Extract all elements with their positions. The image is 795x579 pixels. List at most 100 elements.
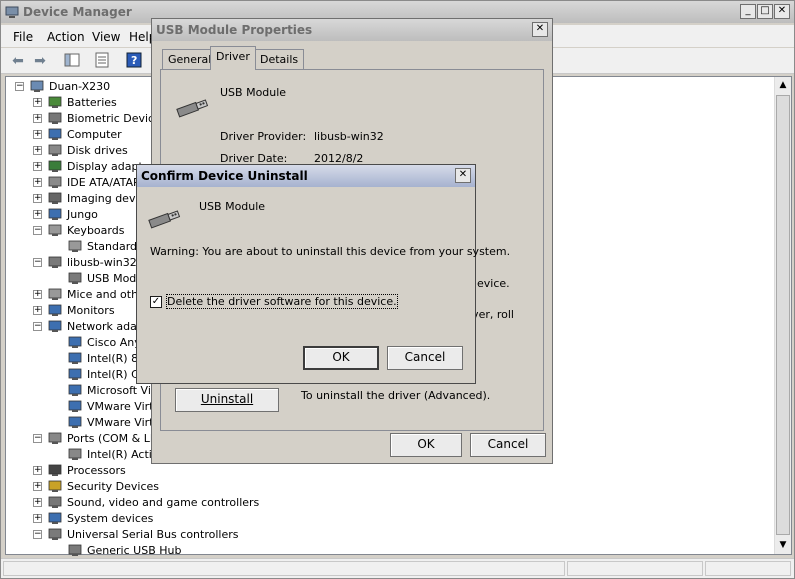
battery-icon — [48, 96, 62, 108]
tree-item[interactable]: − Universal Serial Bus controllers — [6, 527, 766, 543]
properties-icon[interactable] — [93, 52, 111, 70]
expand-icon[interactable]: + — [33, 162, 42, 171]
console-tree-icon[interactable] — [63, 52, 81, 70]
monitor-icon — [48, 128, 62, 140]
delete-driver-checkbox[interactable]: ✓ — [150, 296, 162, 308]
partial-text-device: evice. — [477, 277, 510, 290]
expand-icon[interactable]: + — [33, 514, 42, 523]
collapse-icon[interactable]: − — [33, 226, 42, 235]
expand-icon[interactable]: + — [33, 114, 42, 123]
port-icon — [68, 448, 82, 460]
collapse-icon[interactable]: − — [33, 258, 42, 267]
expand-icon[interactable]: + — [33, 306, 42, 315]
confirm-ok-button[interactable]: OK — [303, 346, 379, 370]
menu-file[interactable]: File — [13, 30, 33, 44]
menu-action[interactable]: Action — [47, 30, 85, 44]
network-icon — [68, 416, 82, 428]
tree-item-label: Intel(R) Activ — [87, 448, 159, 461]
device-icon — [48, 208, 62, 220]
expand-icon[interactable]: + — [33, 210, 42, 219]
tree-item-label: Mice and othe — [67, 288, 145, 301]
processor-icon — [48, 464, 62, 476]
expand-icon[interactable]: + — [33, 130, 42, 139]
help-icon[interactable]: ? — [125, 52, 143, 70]
tree-item[interactable]: + Security Devices — [6, 479, 766, 495]
uninstall-warning: Warning: You are about to uninstall this… — [150, 245, 511, 258]
tree-item[interactable]: + Processors — [6, 463, 766, 479]
usb-plug-icon — [48, 528, 62, 540]
properties-cancel-button[interactable]: Cancel — [470, 433, 546, 457]
expand-icon[interactable]: + — [33, 466, 42, 475]
tab-details[interactable]: Details — [254, 49, 305, 69]
tree-item-label: Sound, video and game controllers — [67, 496, 260, 509]
mouse-icon — [48, 288, 62, 300]
status-pane-2 — [567, 561, 703, 576]
tree-item[interactable]: + Sound, video and game controllers — [6, 495, 766, 511]
properties-close-button[interactable]: ✕ — [532, 22, 548, 37]
vertical-scrollbar[interactable]: ▲ ▼ — [774, 77, 791, 554]
scroll-down-arrow-icon[interactable]: ▼ — [775, 537, 791, 554]
tree-item-label: VMware Virtu — [87, 400, 161, 413]
tree-item-label: Universal Serial Bus controllers — [67, 528, 239, 541]
speaker-icon — [48, 496, 62, 508]
expand-icon[interactable]: + — [33, 482, 42, 491]
tree-item-label: Disk drives — [67, 144, 128, 157]
device-manager-app-icon — [5, 6, 19, 18]
keyboard-icon — [48, 224, 62, 236]
collapse-icon[interactable]: − — [33, 322, 42, 331]
tab-driver[interactable]: Driver — [210, 46, 256, 70]
minimize-button[interactable]: _ — [740, 4, 756, 19]
key-icon — [48, 480, 62, 492]
tree-item-label: Microsoft Virt — [87, 384, 160, 397]
tree-item-label: Processors — [67, 464, 126, 477]
expand-icon[interactable]: + — [33, 98, 42, 107]
tree-item-label: Batteries — [67, 96, 117, 109]
scroll-thumb[interactable] — [776, 95, 790, 535]
camera-icon — [48, 192, 62, 204]
port-icon — [48, 432, 62, 444]
tree-item-label: Network adap — [67, 320, 144, 333]
expand-icon[interactable]: + — [33, 178, 42, 187]
delete-driver-checkbox-label[interactable]: Delete the driver software for this devi… — [166, 294, 398, 309]
confirm-device-uninstall-dialog: Confirm Device Uninstall ✕ USB Module Wa… — [136, 164, 510, 384]
confirm-titlebar[interactable]: Confirm Device Uninstall ✕ — [137, 165, 475, 187]
expand-icon[interactable]: + — [33, 194, 42, 203]
menu-view[interactable]: View — [92, 30, 120, 44]
confirm-close-button[interactable]: ✕ — [455, 168, 471, 183]
tree-item-label: IDE ATA/ATAP — [67, 176, 140, 189]
expand-icon[interactable]: + — [33, 146, 42, 155]
confirm-device-name: USB Module — [199, 200, 266, 213]
disk-icon — [48, 144, 62, 156]
properties-ok-button[interactable]: OK — [390, 433, 462, 457]
props-device-name: USB Module — [220, 86, 287, 99]
tree-item-label: System devices — [67, 512, 154, 525]
maximize-button[interactable]: □ — [757, 4, 773, 19]
driver-provider-label: Driver Provider: — [220, 130, 307, 143]
tree-item[interactable]: Generic USB Hub — [6, 543, 766, 559]
collapse-icon[interactable]: − — [33, 530, 42, 539]
monitor-icon — [48, 304, 62, 316]
back-arrow-icon[interactable]: ⬅ — [9, 52, 27, 70]
expand-icon[interactable]: + — [33, 290, 42, 299]
confirm-title: Confirm Device Uninstall — [141, 169, 308, 183]
scroll-up-arrow-icon[interactable]: ▲ — [775, 77, 791, 94]
properties-titlebar[interactable]: USB Module Properties ✕ — [152, 19, 552, 41]
expand-icon[interactable]: + — [33, 498, 42, 507]
usb-plug-icon — [68, 272, 82, 284]
uninstall-button[interactable]: Uninstall — [175, 388, 279, 412]
tree-item-label: VMware Virtu — [87, 416, 161, 429]
tree-item[interactable]: + System devices — [6, 511, 766, 527]
collapse-icon[interactable]: − — [15, 82, 24, 91]
network-icon — [68, 400, 82, 412]
usb-plug-icon — [48, 256, 62, 268]
computer-icon — [30, 80, 44, 92]
tree-item-label: Monitors — [67, 304, 115, 317]
collapse-icon[interactable]: − — [33, 434, 42, 443]
forward-arrow-icon[interactable]: ➡ — [31, 52, 49, 70]
confirm-cancel-button[interactable]: Cancel — [387, 346, 463, 370]
tree-item-label: Cisco Any — [87, 336, 141, 349]
status-pane-3 — [705, 561, 791, 576]
tree-item-label: Computer — [67, 128, 122, 141]
close-button[interactable]: ✕ — [774, 4, 790, 19]
network-icon — [68, 384, 82, 396]
